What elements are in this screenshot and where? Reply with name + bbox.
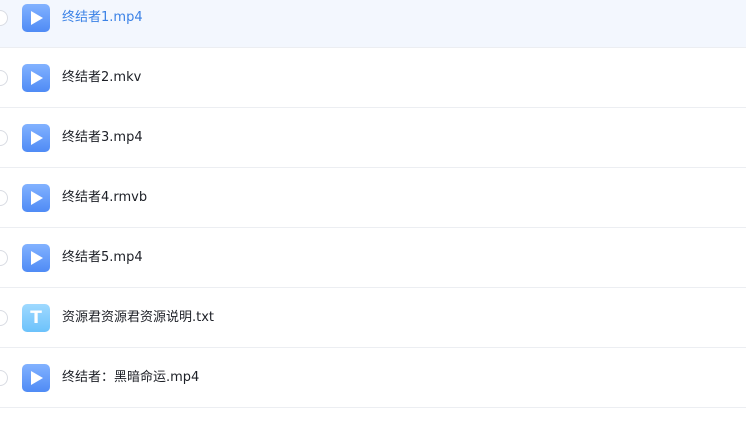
play-icon (31, 131, 43, 145)
file-name-link[interactable]: 终结者1.mp4 (62, 9, 143, 27)
play-icon (31, 371, 43, 385)
row-checkbox[interactable] (0, 370, 8, 386)
video-file-icon (22, 124, 50, 152)
play-icon (31, 11, 43, 25)
file-row[interactable]: 终结者：黑暗命运.mp4 (0, 349, 746, 408)
play-icon (31, 191, 43, 205)
text-file-icon: T (22, 304, 50, 332)
file-name-link[interactable]: 终结者5.mp4 (62, 249, 143, 267)
file-name-link[interactable]: 终结者3.mp4 (62, 129, 143, 147)
row-checkbox[interactable] (0, 10, 8, 26)
file-name-link[interactable]: 终结者2.mkv (62, 69, 141, 87)
file-name-link[interactable]: 终结者：黑暗命运.mp4 (62, 369, 199, 387)
file-name-link[interactable]: 资源君资源君资源说明.txt (62, 309, 214, 327)
row-checkbox[interactable] (0, 190, 8, 206)
video-file-icon (22, 364, 50, 392)
file-row[interactable]: T 资源君资源君资源说明.txt (0, 289, 746, 348)
video-file-icon (22, 64, 50, 92)
play-icon (31, 71, 43, 85)
row-checkbox[interactable] (0, 130, 8, 146)
file-row[interactable]: 终结者1.mp4 (0, 0, 746, 48)
file-row[interactable]: 终结者4.rmvb (0, 169, 746, 228)
play-icon (31, 251, 43, 265)
video-file-icon (22, 184, 50, 212)
video-file-icon (22, 244, 50, 272)
file-row[interactable]: 终结者2.mkv (0, 49, 746, 108)
row-checkbox[interactable] (0, 70, 8, 86)
file-list: 终结者1.mp4 终结者2.mkv 终结者3.mp4 终结者4.rmvb 终结者… (0, 0, 746, 444)
row-checkbox[interactable] (0, 250, 8, 266)
file-row[interactable]: 终结者3.mp4 (0, 109, 746, 168)
video-file-icon (22, 4, 50, 32)
row-checkbox[interactable] (0, 310, 8, 326)
file-name-link[interactable]: 终结者4.rmvb (62, 189, 147, 207)
file-row[interactable]: 终结者5.mp4 (0, 229, 746, 288)
